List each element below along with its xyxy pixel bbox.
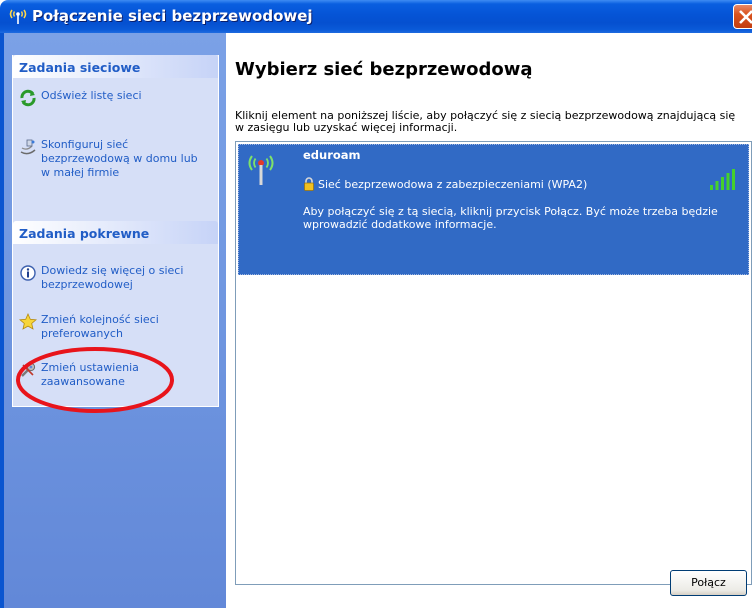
task-change-advanced-settings[interactable]: Zmień ustawienia zaawansowane	[13, 361, 203, 389]
refresh-icon	[20, 89, 36, 107]
network-tasks-panel: Zadania sieciowe Odśwież listę sieci Sko…	[12, 55, 219, 223]
network-info: Aby połączyć się z tą siecią, kliknij pr…	[303, 205, 718, 231]
wireless-connection-window: Połączenie sieci bezprzewodowej Zadania …	[0, 0, 752, 608]
network-list[interactable]: eduroam Sieć bezprzewodowa z zabezpiecze…	[235, 141, 752, 585]
signal-strength-icon	[710, 169, 735, 190]
task-label: Odśwież listę sieci	[41, 89, 142, 102]
star-icon	[19, 313, 37, 330]
related-tasks-panel: Zadania pokrewne Dowiedz się więcej o si…	[12, 221, 219, 407]
window-title: Połączenie sieci bezprzewodowej	[32, 7, 313, 25]
task-learn-about-wireless[interactable]: Dowiedz się więcej o sieci bezprzewodowe…	[13, 264, 203, 292]
instructions-text: Kliknij element na poniższej liście, aby…	[235, 109, 736, 134]
network-security: Sieć bezprzewodowa z zabezpieczeniami (W…	[303, 177, 588, 191]
task-label: Zmień ustawienia zaawansowane	[41, 361, 139, 388]
task-setup-wireless-network[interactable]: Skonfiguruj sieć bezprzewodową w domu lu…	[13, 138, 203, 180]
info-icon	[20, 265, 36, 281]
task-change-preferred-order[interactable]: Zmień kolejność sieci preferowanych	[13, 313, 203, 341]
task-label: Dowiedz się więcej o sieci bezprzewodowe…	[41, 264, 184, 291]
page-title: Wybierz sieć bezprzewodową	[235, 59, 533, 80]
task-label: Skonfiguruj sieć bezprzewodową w domu lu…	[41, 138, 198, 179]
connect-button[interactable]: Połącz	[670, 570, 747, 596]
network-security-label: Sieć bezprzewodowa z zabezpieczeniami (W…	[318, 178, 588, 191]
close-button[interactable]	[733, 4, 752, 29]
task-pane: Zadania sieciowe Odśwież listę sieci Sko…	[0, 33, 226, 608]
network-list-item-eduroam[interactable]: eduroam Sieć bezprzewodowa z zabezpiecze…	[238, 144, 749, 275]
tools-icon	[21, 362, 36, 377]
wireless-network-icon	[9, 9, 27, 24]
main-content: Wybierz sieć bezprzewodową Kliknij eleme…	[226, 33, 752, 608]
close-icon	[739, 10, 752, 24]
lock-icon	[304, 177, 314, 191]
task-label: Zmień kolejność sieci preferowanych	[41, 313, 159, 340]
wireless-antenna-icon	[248, 155, 274, 185]
network-tasks-header[interactable]: Zadania sieciowe	[13, 55, 218, 78]
related-tasks-header[interactable]: Zadania pokrewne	[13, 221, 218, 244]
title-bar[interactable]: Połączenie sieci bezprzewodowej	[0, 0, 752, 33]
task-refresh-network-list[interactable]: Odśwież listę sieci	[13, 89, 142, 107]
network-name: eduroam	[303, 148, 361, 162]
wizard-icon	[20, 139, 36, 155]
